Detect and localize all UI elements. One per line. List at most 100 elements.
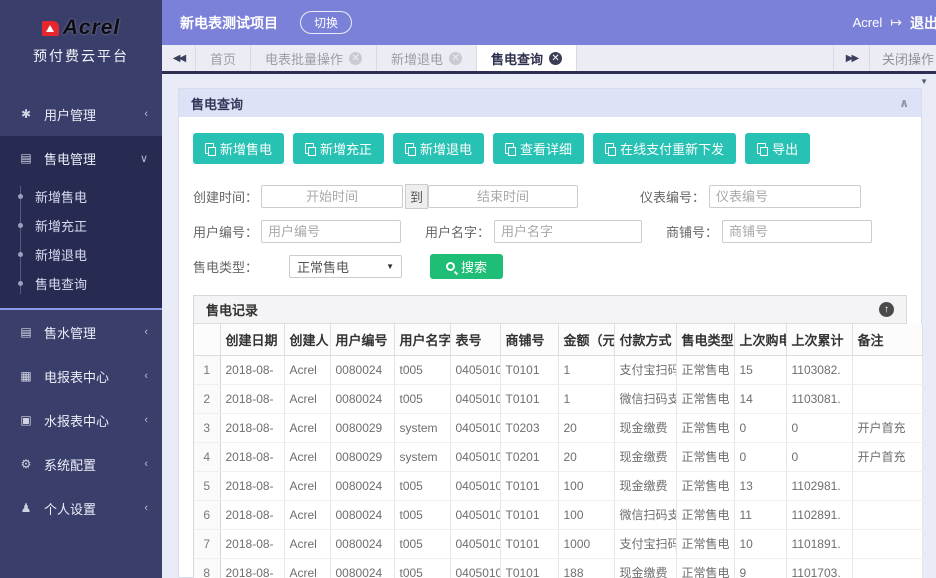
table-row[interactable]: 82018-08-Acrel0080024t00504050101T010118… xyxy=(194,558,922,578)
document-icon xyxy=(305,143,314,154)
table-row[interactable]: 12018-08-Acrel0080024t00504050101T01011支… xyxy=(194,355,922,384)
sale-type-select[interactable]: 正常售电 ▼ xyxy=(289,255,402,278)
table-row[interactable]: 52018-08-Acrel0080024t00504050101T010110… xyxy=(194,471,922,500)
cell-sale-type: 正常售电 xyxy=(676,384,734,413)
cell-remark xyxy=(852,558,922,578)
user-no-input[interactable] xyxy=(261,220,401,243)
switch-project-button[interactable]: 切换 xyxy=(300,11,352,34)
cell-user-name: system xyxy=(394,413,450,442)
sidebar-item-electric-report-center[interactable]: ▦电报表中心‹ xyxy=(0,354,162,398)
cell-shop-no: T0201 xyxy=(500,442,558,471)
table-icon: ▣ xyxy=(18,413,34,427)
cell-amount: 100 xyxy=(558,471,614,500)
cell-shop-no: T0101 xyxy=(500,558,558,578)
document-icon xyxy=(605,143,614,154)
brand: Acrel 预付费云平台 xyxy=(0,0,162,70)
submenu-item-new-recharge-fix[interactable]: 新增充正 xyxy=(0,211,162,240)
cell-last-purchase: 10 xyxy=(734,529,786,558)
new-recharge-fix-button[interactable]: 新增充正 xyxy=(293,133,384,164)
tab-close-icon[interactable]: ✕ xyxy=(449,52,462,65)
user-name-input[interactable] xyxy=(494,220,642,243)
cell-last-purchase: 15 xyxy=(734,355,786,384)
table-row[interactable]: 32018-08-Acrel0080029system04050102T0203… xyxy=(194,413,922,442)
cell-last-total: 1103081. xyxy=(786,384,852,413)
table-row[interactable]: 42018-08-Acrel0080029system04050102T0201… xyxy=(194,442,922,471)
online-pay-resend-button[interactable]: 在线支付重新下发 xyxy=(593,133,736,164)
cell-creator: Acrel xyxy=(284,442,330,471)
project-title: 新电表测试项目 xyxy=(180,13,278,33)
tabs-scroll-left-icon[interactable]: ◀◀ xyxy=(162,45,196,71)
cell-meter-no: 04050101 xyxy=(450,529,500,558)
cell-remark xyxy=(852,529,922,558)
create-time-label: 创建时间： xyxy=(193,187,261,206)
tab-meter-batch-ops[interactable]: 电表批量操作✕ xyxy=(251,45,377,71)
tabs-scroll-right-icon[interactable]: ▶▶ xyxy=(833,45,869,71)
tab-new-refund[interactable]: 新增退电 ✕ xyxy=(377,45,477,71)
submenu-item-new-refund[interactable]: 新增退电 xyxy=(0,240,162,269)
content-dropdown-icon[interactable]: ▼ xyxy=(920,77,928,86)
sidebar-item-system-config[interactable]: ⚙系统配置‹ xyxy=(0,442,162,486)
document-icon xyxy=(405,143,414,154)
sidebar-item-label: 系统配置 xyxy=(44,455,144,474)
tab-close-icon[interactable]: ✕ xyxy=(549,52,562,65)
cell-creator: Acrel xyxy=(284,529,330,558)
cell-user-name: t005 xyxy=(394,471,450,500)
sidebar-item-label: 用户管理 xyxy=(44,105,144,124)
export-button[interactable]: 导出 xyxy=(745,133,810,164)
topbar: 新电表测试项目 切换 Acrel ↦ 退出 xyxy=(162,0,936,45)
tab-home[interactable]: 首页 xyxy=(196,45,251,71)
table-row[interactable]: 22018-08-Acrel0080024t00504050101T01011微… xyxy=(194,384,922,413)
start-time-input[interactable] xyxy=(261,185,403,208)
view-detail-button[interactable]: 查看详细 xyxy=(493,133,584,164)
submenu-item-new-sale[interactable]: 新增售电 xyxy=(0,182,162,211)
button-label: 在线支付重新下发 xyxy=(620,139,724,158)
sidebar-item-sale-management[interactable]: ▤售电管理∨ xyxy=(0,136,162,180)
table-row[interactable]: 62018-08-Acrel0080024t00504050101T010110… xyxy=(194,500,922,529)
tab-sale-query[interactable]: 售电查询✕ xyxy=(477,45,577,71)
username: Acrel xyxy=(853,15,883,30)
cell-user-name: t005 xyxy=(394,529,450,558)
col-header-last-total: 上次累计 xyxy=(786,324,852,355)
search-button-label: 搜索 xyxy=(461,257,487,276)
app-root: Acrel 预付费云平台 ✱用户管理‹▤售电管理∨新增售电新增充正新增退电售电查… xyxy=(0,0,936,578)
cell-meter-no: 04050101 xyxy=(450,384,500,413)
cell-sale-type: 正常售电 xyxy=(676,558,734,578)
cell-last-total: 1101891. xyxy=(786,529,852,558)
cell-user-name: t005 xyxy=(394,384,450,413)
content-area: ▼ 售电查询 ∧ 新增售电新增充正新增退电查看详细在线支付重新下发导出 创建时间… xyxy=(162,74,936,578)
cell-create-date: 2018-08- xyxy=(220,413,284,442)
close-operations-button[interactable]: 关闭操作 xyxy=(869,45,936,71)
col-header-creator: 创建人 xyxy=(284,324,330,355)
cell-creator: Acrel xyxy=(284,471,330,500)
shop-no-input[interactable] xyxy=(722,220,872,243)
select-caret-icon: ▼ xyxy=(386,262,394,271)
cell-creator: Acrel xyxy=(284,384,330,413)
tab-close-icon[interactable]: ✕ xyxy=(349,52,362,65)
search-button[interactable]: 搜索 xyxy=(430,254,503,279)
sidebar-item-water-report-center[interactable]: ▣水报表中心‹ xyxy=(0,398,162,442)
cell-create-date: 2018-08- xyxy=(220,471,284,500)
scroll-top-icon[interactable]: ↑ xyxy=(879,302,894,317)
sidebar-item-water-sale-management[interactable]: ▤售水管理‹ xyxy=(0,310,162,354)
cell-pay-method: 现金缴费 xyxy=(614,442,676,471)
table-header-row: 创建日期创建人用户编号用户名字表号商铺号金额（元付款方式售电类型上次购电上次累计… xyxy=(194,324,922,355)
sidebar-item-user-management[interactable]: ✱用户管理‹ xyxy=(0,92,162,136)
cell-amount: 100 xyxy=(558,500,614,529)
panel-collapse-icon[interactable]: ∧ xyxy=(899,96,909,110)
new-sale-button[interactable]: 新增售电 xyxy=(193,133,284,164)
table-row[interactable]: 72018-08-Acrel0080024t00504050101T010110… xyxy=(194,529,922,558)
topbar-right: Acrel ↦ 退出 xyxy=(853,0,936,45)
chevron-left-icon: ‹ xyxy=(144,326,148,338)
meter-no-input[interactable] xyxy=(709,185,861,208)
search-icon xyxy=(446,262,455,271)
logout-button[interactable]: 退出 xyxy=(910,13,936,33)
table-body: 12018-08-Acrel0080024t00504050101T01011支… xyxy=(194,355,922,578)
new-refund-button[interactable]: 新增退电 xyxy=(393,133,484,164)
tab-label: 新增退电 xyxy=(391,49,443,68)
cell-remark xyxy=(852,500,922,529)
sidebar-item-personal-settings[interactable]: ♟个人设置‹ xyxy=(0,486,162,530)
submenu-item-sale-query[interactable]: 售电查询 xyxy=(0,269,162,298)
cell-pay-method: 支付宝扫码 xyxy=(614,355,676,384)
end-time-input[interactable] xyxy=(428,185,578,208)
chevron-left-icon: ‹ xyxy=(144,414,148,426)
